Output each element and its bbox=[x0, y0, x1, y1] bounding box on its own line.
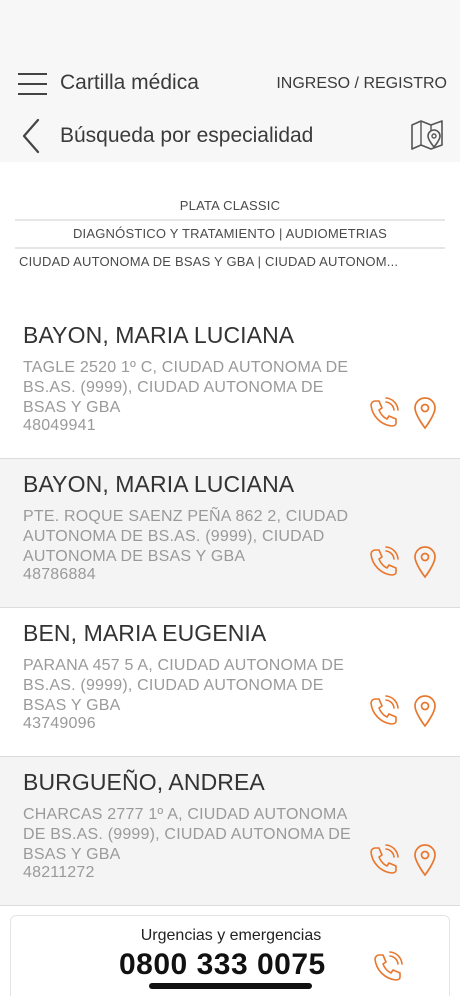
page-title: Búsqueda por especialidad bbox=[60, 124, 314, 147]
provider-address: PTE. ROQUE SAENZ PEÑA 862 2, CIUDAD AUTO… bbox=[23, 508, 349, 565]
provider-name: BEN, MARIA EUGENIA bbox=[23, 620, 267, 646]
provider-address: PARANA 457 5 A, CIUDAD AUTONOMA DE BS.AS… bbox=[23, 657, 344, 714]
filter-plan: PLATA CLASSIC bbox=[15, 193, 445, 221]
home-indicator bbox=[149, 983, 312, 989]
result-card[interactable]: BURGUEÑO, ANDREA CHARCAS 2777 1º A, CIUD… bbox=[0, 757, 460, 906]
location-pin-icon[interactable] bbox=[413, 843, 437, 877]
provider-phone: 43749096 bbox=[23, 715, 96, 732]
map-pin-icon[interactable] bbox=[409, 117, 445, 155]
provider-address: TAGLE 2520 1º C, CIUDAD AUTONOMA DE BS.A… bbox=[23, 359, 349, 416]
filter-location: CIUDAD AUTONOMA DE BSAS Y GBA | CIUDAD A… bbox=[19, 254, 399, 269]
location-pin-icon[interactable] bbox=[413, 694, 437, 728]
phone-call-icon[interactable] bbox=[369, 546, 399, 578]
location-pin-icon[interactable] bbox=[413, 396, 437, 430]
result-card[interactable]: BEN, MARIA EUGENIA PARANA 457 5 A, CIUDA… bbox=[0, 608, 460, 757]
search-filters: PLATA CLASSIC DIAGNÓSTICO Y TRATAMIENTO … bbox=[15, 193, 445, 277]
provider-phone: 48049941 bbox=[23, 417, 96, 434]
hamburger-menu-icon[interactable] bbox=[18, 73, 47, 95]
location-pin-icon[interactable] bbox=[413, 545, 437, 579]
phone-call-icon[interactable] bbox=[369, 397, 399, 429]
result-card[interactable]: BAYON, MARIA LUCIANA TAGLE 2520 1º C, CI… bbox=[0, 310, 460, 459]
app-title: Cartilla médica bbox=[60, 71, 199, 94]
chevron-left-icon[interactable] bbox=[18, 117, 44, 155]
phone-call-icon[interactable] bbox=[373, 951, 403, 983]
phone-call-icon[interactable] bbox=[369, 695, 399, 727]
provider-phone: 48211272 bbox=[23, 864, 95, 881]
provider-address: CHARCAS 2777 1º A, CIUDAD AUTONOMA DE BS… bbox=[23, 806, 351, 863]
filter-specialty: DIAGNÓSTICO Y TRATAMIENTO | AUDIOMETRIAS bbox=[15, 221, 445, 249]
app-header: Cartilla médica INGRESO / REGISTRO Búsqu… bbox=[0, 0, 460, 162]
results-list: BAYON, MARIA LUCIANA TAGLE 2520 1º C, CI… bbox=[0, 310, 460, 906]
provider-phone: 48786884 bbox=[23, 566, 96, 583]
emergency-number[interactable]: 0800 333 0075 bbox=[119, 948, 326, 982]
provider-name: BAYON, MARIA LUCIANA bbox=[23, 322, 295, 348]
provider-name: BAYON, MARIA LUCIANA bbox=[23, 471, 295, 497]
login-register-link[interactable]: INGRESO / REGISTRO bbox=[276, 75, 447, 93]
provider-name: BURGUEÑO, ANDREA bbox=[23, 769, 265, 795]
phone-call-icon[interactable] bbox=[369, 844, 399, 876]
emergency-label: Urgencias y emergencias bbox=[140, 927, 322, 944]
result-card[interactable]: BAYON, MARIA LUCIANA PTE. ROQUE SAENZ PE… bbox=[0, 459, 460, 608]
